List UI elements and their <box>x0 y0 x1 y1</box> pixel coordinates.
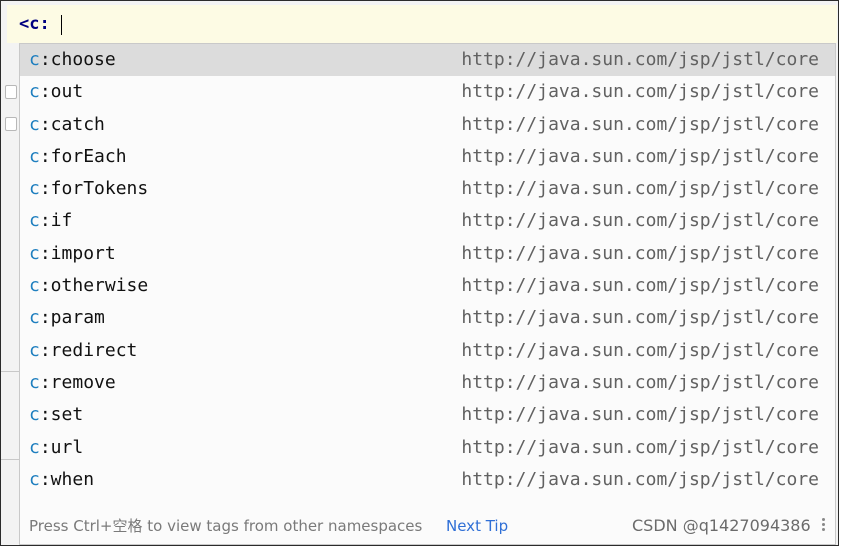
completion-item[interactable]: c:if http://java.sun.com/jsp/jstl/core <box>20 205 835 237</box>
tag-local-name: :remove <box>39 371 116 393</box>
tag-namespace: c <box>29 49 40 70</box>
ide-window: <c: c:choose http://java.sun.com/jsp/jstl… <box>0 0 839 546</box>
tag-namespace: c <box>29 113 40 135</box>
tag-uri: http://java.sun.com/jsp/jstl/core <box>461 436 819 458</box>
tag-name: c:forEach <box>29 141 127 173</box>
tag-local-name: :forTokens <box>39 178 149 200</box>
tag-local-name: :out <box>39 81 84 103</box>
vertical-ellipsis-icon[interactable] <box>822 518 826 532</box>
tag-local-name: :param <box>39 307 105 329</box>
typed-text: <c: <box>19 14 50 34</box>
tag-local-name: :url <box>39 436 84 458</box>
tag-namespace: c <box>29 210 40 232</box>
tag-name: c:url <box>29 432 83 464</box>
tag-name: c:import <box>29 238 116 270</box>
tag-uri: http://java.sun.com/jsp/jstl/core <box>461 339 819 361</box>
tag-namespace: c <box>29 468 40 490</box>
tag-local-name: :catch <box>39 113 105 135</box>
completion-footer: Press Ctrl+空格 to view tags from other na… <box>20 508 835 544</box>
tag-namespace: c <box>29 81 40 103</box>
fold-marker-icon[interactable] <box>5 117 17 131</box>
tag-uri: http://java.sun.com/jsp/jstl/core <box>461 468 819 490</box>
tag-name: c:redirect <box>29 335 137 367</box>
tag-uri: http://java.sun.com/jsp/jstl/core <box>461 404 819 426</box>
tag-name: c:when <box>29 464 94 496</box>
tag-name: c:otherwise <box>29 270 148 302</box>
tag-uri: http://java.sun.com/jsp/jstl/core <box>461 307 819 329</box>
completion-list: c:choose http://java.sun.com/jsp/jstl/cor… <box>20 44 835 496</box>
completion-item[interactable]: c:param http://java.sun.com/jsp/jstl/core <box>20 302 835 334</box>
tag-local-name: :otherwise <box>39 275 149 297</box>
gutter-divider <box>1 459 21 460</box>
tag-namespace: c <box>29 307 40 329</box>
tag-namespace: c <box>29 436 40 458</box>
completion-item[interactable]: c:when http://java.sun.com/jsp/jstl/core <box>20 464 835 496</box>
tag-uri: http://java.sun.com/jsp/jstl/core <box>461 275 819 297</box>
tag-name: c:remove <box>29 367 116 399</box>
completion-item[interactable]: c:choose http://java.sun.com/jsp/jstl/cor… <box>20 44 835 77</box>
tag-uri: http://java.sun.com/jsp/jstl/core <box>461 81 819 103</box>
tag-local-name: :import <box>39 242 116 264</box>
completion-item[interactable]: c:url http://java.sun.com/jsp/jstl/core <box>20 432 835 464</box>
completion-item[interactable]: c:catch http://java.sun.com/jsp/jstl/core <box>20 109 835 141</box>
tag-namespace: c <box>29 339 40 361</box>
tag-local-name: :choose <box>39 49 116 70</box>
footer-hint: Press Ctrl+空格 to view tags from other na… <box>29 517 423 535</box>
tag-uri: http://java.sun.com/jsp/jstl/core <box>461 242 819 264</box>
tag-name: c:set <box>29 399 83 431</box>
completion-item[interactable]: c:forEach http://java.sun.com/jsp/jstl/co… <box>20 141 835 173</box>
tag-name: c:out <box>29 76 83 108</box>
tag-local-name: :redirect <box>39 339 138 361</box>
text-caret <box>61 15 62 35</box>
completion-item[interactable]: c:import http://java.sun.com/jsp/jstl/cor… <box>20 238 835 270</box>
tag-uri: http://java.sun.com/jsp/jstl/core <box>461 371 819 393</box>
completion-item[interactable]: c:otherwise http://java.sun.com/jsp/jstl/… <box>20 270 835 302</box>
tag-local-name: :set <box>39 404 84 426</box>
completion-item[interactable]: c:redirect http://java.sun.com/jsp/jstl/c… <box>20 335 835 367</box>
tag-name: c:forTokens <box>29 173 148 205</box>
tag-uri: http://java.sun.com/jsp/jstl/core <box>461 113 819 135</box>
completion-item[interactable]: c:remove http://java.sun.com/jsp/jstl/cor… <box>20 367 835 399</box>
tag-namespace: c <box>29 242 40 264</box>
tag-local-name: :if <box>39 210 73 232</box>
tag-name: c:catch <box>29 109 105 141</box>
tag-namespace: c <box>29 145 40 167</box>
tag-uri: http://java.sun.com/jsp/jstl/core <box>461 145 819 167</box>
completion-item[interactable]: c:out http://java.sun.com/jsp/jstl/core <box>20 76 835 108</box>
next-tip-link[interactable]: Next Tip <box>446 508 508 544</box>
editor-current-line[interactable]: <c: <box>7 5 837 43</box>
tag-namespace: c <box>29 371 40 393</box>
completion-item[interactable]: c:set http://java.sun.com/jsp/jstl/core <box>20 399 835 431</box>
tag-local-name: :forEach <box>39 145 127 167</box>
tag-uri: http://java.sun.com/jsp/jstl/core <box>461 178 819 200</box>
completion-item[interactable]: c:forTokens http://java.sun.com/jsp/jstl/… <box>20 173 835 205</box>
watermark: CSDN @q1427094386 <box>632 516 811 535</box>
tag-local-name: :when <box>39 468 95 490</box>
tag-name: c:if <box>29 205 72 237</box>
tag-namespace: c <box>29 404 40 426</box>
gutter-divider <box>1 371 21 372</box>
completion-popup: c:choose http://java.sun.com/jsp/jstl/cor… <box>19 43 836 545</box>
tag-uri: http://java.sun.com/jsp/jstl/core <box>461 210 819 232</box>
tag-name: c:param <box>29 302 105 334</box>
tag-namespace: c <box>29 275 40 297</box>
tag-uri: http://java.sun.com/jsp/jstl/core <box>461 49 819 70</box>
fold-marker-icon[interactable] <box>5 85 17 99</box>
tag-namespace: c <box>29 178 40 200</box>
tag-name: c:choose <box>29 44 116 76</box>
